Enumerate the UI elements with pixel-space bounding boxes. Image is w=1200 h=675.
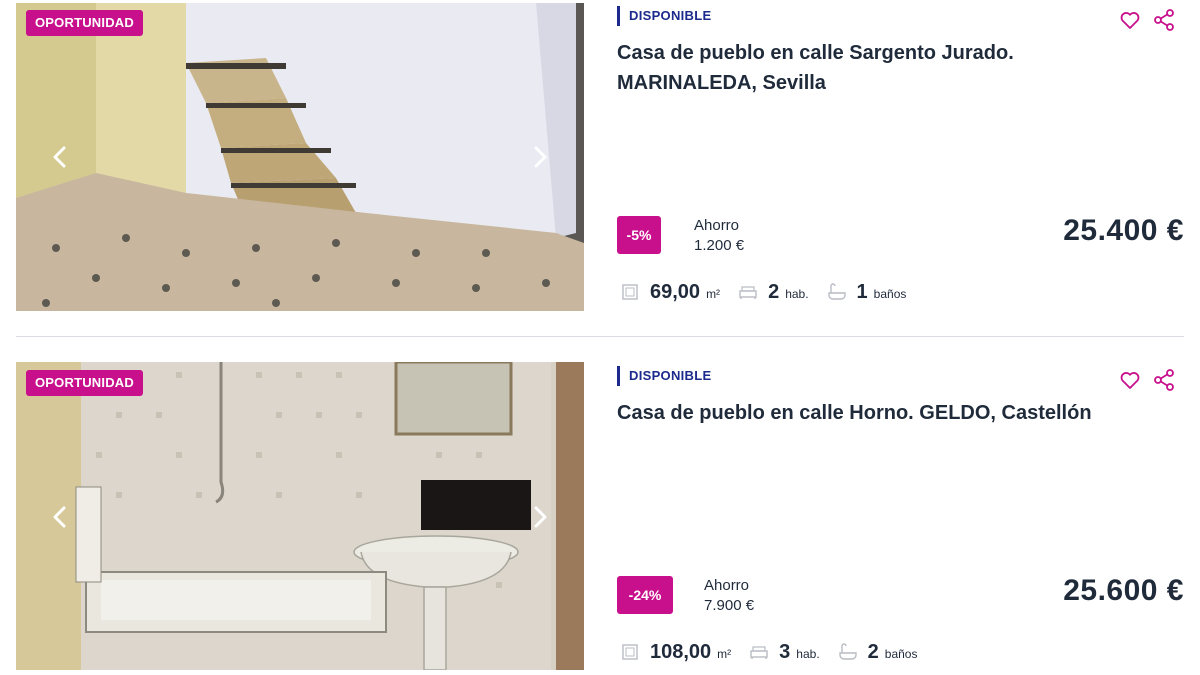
listing-title[interactable]: Casa de pueblo en calle Sargento Jurado.… [617, 38, 1097, 98]
rooms-value: 3 [779, 640, 791, 663]
savings-label: Ahorro [694, 217, 740, 234]
rooms-unit: hab. [796, 646, 820, 661]
area-value: 108,00 [650, 640, 712, 663]
feature-baths: 2 baños [838, 640, 918, 664]
opportunity-badge: OPORTUNIDAD [26, 10, 143, 36]
baths-unit: baños [884, 646, 918, 661]
listing-actions [1118, 368, 1188, 394]
divider [16, 336, 1184, 337]
listing-card[interactable]: OPORTUNIDAD DISPONIBLE Casa de pueblo en… [0, 360, 1200, 675]
bath-icon [838, 642, 858, 662]
features-row: 69,00 m² 2 hab. 1 baños [620, 278, 924, 306]
rooms-unit: hab. [785, 286, 809, 301]
feature-area: 108,00 m² [620, 641, 731, 664]
chevron-right-icon[interactable] [528, 502, 552, 532]
price: 25.600 € [1063, 574, 1184, 607]
feature-baths: 1 baños [827, 280, 907, 304]
area-value: 69,00 [650, 280, 701, 303]
bath-icon [827, 282, 847, 302]
listing-photo[interactable] [16, 3, 584, 311]
opportunity-badge: OPORTUNIDAD [26, 370, 143, 396]
bed-icon [738, 282, 758, 302]
savings-info: Ahorro 7.900 € [704, 576, 754, 616]
features-row: 108,00 m² 3 hab. 2 baños [620, 638, 935, 666]
discount-badge: -24% [617, 576, 673, 614]
baths-value: 1 [856, 280, 868, 303]
savings-amount: 1.200 € [694, 237, 745, 254]
feature-rooms: 2 hab. [738, 280, 809, 304]
rooms-value: 2 [768, 280, 780, 303]
savings-amount: 7.900 € [704, 597, 755, 614]
bed-icon [749, 642, 769, 662]
heart-icon[interactable] [1118, 8, 1142, 32]
chevron-left-icon[interactable] [48, 502, 72, 532]
status-label: DISPONIBLE [617, 6, 711, 26]
status-label: DISPONIBLE [617, 366, 711, 386]
heart-icon[interactable] [1118, 368, 1142, 392]
savings-info: Ahorro 1.200 € [694, 216, 744, 256]
share-icon[interactable] [1152, 368, 1176, 392]
area-icon [620, 642, 640, 662]
savings-label: Ahorro [704, 577, 750, 594]
chevron-right-icon[interactable] [528, 142, 552, 172]
price: 25.400 € [1063, 214, 1184, 247]
listing-actions [1118, 8, 1188, 34]
baths-unit: baños [873, 286, 907, 301]
chevron-left-icon[interactable] [48, 142, 72, 172]
listing-card[interactable]: OPORTUNIDAD DISPONIBLE Casa de pueblo en… [0, 0, 1200, 320]
area-icon [620, 282, 640, 302]
feature-rooms: 3 hab. [749, 640, 820, 664]
share-icon[interactable] [1152, 8, 1176, 32]
area-unit: m² [706, 286, 721, 301]
listing-title[interactable]: Casa de pueblo en calle Horno. GELDO, Ca… [617, 398, 1097, 428]
listing-photo[interactable] [16, 362, 584, 670]
discount-badge: -5% [617, 216, 661, 254]
area-unit: m² [717, 646, 732, 661]
baths-value: 2 [867, 640, 879, 663]
feature-area: 69,00 m² [620, 281, 720, 304]
